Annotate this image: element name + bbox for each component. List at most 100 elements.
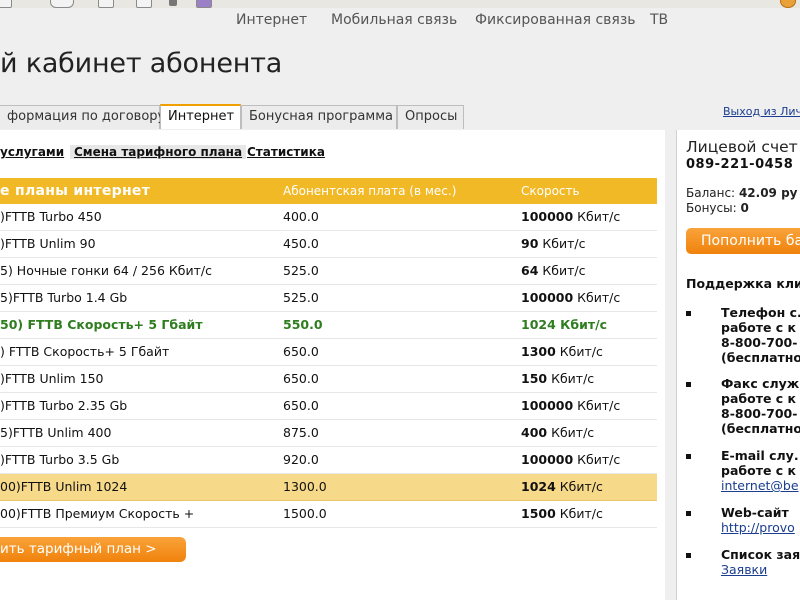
subnav-services[interactable]: услугами [0,145,64,159]
support-text: работе с к [721,320,797,335]
speed-value: 100000 [521,452,574,467]
edit-icon[interactable] [136,0,152,8]
support-link[interactable]: http://provo [721,520,795,535]
header-fee: Абонентская плата (в мес.) [283,184,457,198]
table-row[interactable]: )FTTB Turbo 3.5 Gb 920.0 100000 Кбит/с [0,447,657,474]
table-row[interactable]: )FTTB Unlim 90 450.0 90 Кбит/с [0,231,657,258]
support-text: Телефон с. [721,305,800,320]
header-plans: е планы интернет [0,183,151,199]
table-row[interactable]: )FTTB Turbo 2.35 Gb 650.0 100000 Кбит/с [0,393,657,420]
bullet-icon [686,553,691,558]
plan-speed: 1300 Кбит/с [521,339,603,365]
plan-speed: 100000 Кбит/с [521,447,620,473]
plan-fee: 525.0 [283,263,319,278]
panel-gap [665,130,676,600]
speed-unit: Кбит/с [559,479,603,494]
table-row[interactable]: )FTTB Turbo 450 400.0 100000 Кбит/с [0,204,657,231]
document-icon[interactable] [98,0,114,8]
speed-value: 64 [521,263,539,278]
speed-unit: Кбит/с [551,371,595,386]
table-row[interactable]: 5)FTTB Turbo 1.4 Gb 525.0 100000 Кбит/с [0,285,657,312]
tab-bonus-program[interactable]: Бонусная программа [241,105,397,129]
support-text: работе с к [721,463,797,478]
tab-internet[interactable]: Интернет [160,104,241,129]
support-text: Web-сайт [721,505,789,520]
speed-unit: Кбит/с [542,236,586,251]
nav-mobile[interactable]: Мобильная связь [331,12,457,28]
plan-fee: 1300.0 [283,479,327,494]
plan-name: 00)FTTB Премиум Скорость + [0,506,195,521]
plan-fee: 650.0 [283,398,319,413]
table-row[interactable]: ) FTTB Скорость+ 5 Гбайт 650.0 1300 Кбит/с [0,339,657,366]
plan-name: ) FTTB Скорость+ 5 Гбайт [0,344,170,359]
bullet-icon [686,511,691,516]
table-row[interactable]: )FTTB Unlim 150 650.0 150 Кбит/с [0,366,657,393]
speed-unit: Кбит/с [559,344,603,359]
speed-unit: Кбит/с [577,290,621,305]
support-link[interactable]: internet@be [721,478,799,493]
subnav-statistics[interactable]: Статистика [247,145,325,159]
ie-icon[interactable] [780,0,796,8]
nav-internet[interactable]: Интернет [236,12,307,28]
speed-unit: Кбит/с [560,317,608,332]
speed-value: 1024 [521,317,556,332]
plan-fee: 450.0 [283,236,319,251]
plan-fee: 650.0 [283,371,319,386]
speed-unit: Кбит/с [551,425,595,440]
bonus-value: 0 [740,201,749,215]
plan-name: )FTTB Turbo 450 [0,209,102,224]
plan-fee: 875.0 [283,425,319,440]
plan-name: )FTTB Turbo 2.35 Gb [0,398,128,413]
plan-speed: 100000 Кбит/с [521,393,620,419]
plan-name: )FTTB Unlim 90 [0,236,96,251]
plan-name: 5) Ночные гонки 64 / 256 Кбит/с [0,263,212,278]
support-link[interactable]: Заявки [721,562,767,577]
plan-speed: 150 Кбит/с [521,366,594,392]
plan-name: 5)FTTB Unlim 400 [0,425,112,440]
plan-fee: 920.0 [283,452,319,467]
plan-fee: 400.0 [283,209,319,224]
plan-name: )FTTB Turbo 3.5 Gb [0,452,120,467]
change-plan-button[interactable]: ить тарифный план > [0,537,186,562]
table-row[interactable]: 5)FTTB Unlim 400 875.0 400 Кбит/с [0,420,657,447]
bullet-icon [686,382,691,387]
nav-tv[interactable]: ТВ [650,12,668,28]
plan-speed: 90 Кбит/с [521,231,585,257]
speed-value: 100000 [521,290,574,305]
support-text: (бесплатно [721,421,800,436]
tab-contract-info[interactable]: формация по договору [0,105,165,129]
table-row[interactable]: 50) FTTB Скорость+ 5 Гбайт 550.0 1024 Кбит… [0,312,657,339]
table-row[interactable]: 00)FTTB Премиум Скорость + 1500.0 1500 Кби… [0,501,657,528]
app-icon[interactable] [196,0,212,8]
balance-label: Баланс: [686,186,736,200]
plan-speed: 400 Кбит/с [521,420,594,446]
plan-name: 50) FTTB Скорость+ 5 Гбайт [0,317,203,332]
bullet-icon [686,454,691,459]
nav-fixed[interactable]: Фиксированная связь [475,12,636,28]
speed-value: 400 [521,425,548,440]
bullet-icon [686,311,691,316]
support-text: Список зая [721,547,800,562]
topup-button[interactable]: Пополнить ба [686,228,800,254]
support-text: (бесплатно [721,350,800,365]
account-label: Лицевой счет [686,138,798,156]
speed-value: 1500 [521,506,556,521]
subnav-change-plan[interactable]: Смена тарифного плана [70,145,247,159]
plan-speed: 1024 Кбит/с [521,474,603,500]
speed-value: 100000 [521,398,574,413]
table-row[interactable]: 5) Ночные гонки 64 / 256 Кбит/с 525.0 64 К… [0,258,657,285]
plan-speed: 1024 Кбит/с [521,312,607,338]
plan-name: 5)FTTB Turbo 1.4 Gb [0,290,128,305]
plans-table-header: е планы интернет Абонентская плата (в ме… [0,178,657,204]
speed-value: 90 [521,236,539,251]
logout-link[interactable]: Выход из Лич [723,105,800,118]
binoculars-icon[interactable] [50,0,74,8]
tab-surveys[interactable]: Опросы [397,105,464,129]
bonus-label: Бонусы: [686,201,737,215]
support-text: Факс служ [721,376,800,391]
toolbar-button-icon[interactable] [0,0,12,8]
bonuses: Бонусы: 0 [686,201,749,215]
balance-value: 42.09 ру [738,186,798,200]
table-row[interactable]: 00)FTTB Unlim 1024 1300.0 1024 Кбит/с [0,474,657,501]
arrow-icon[interactable] [169,0,177,6]
